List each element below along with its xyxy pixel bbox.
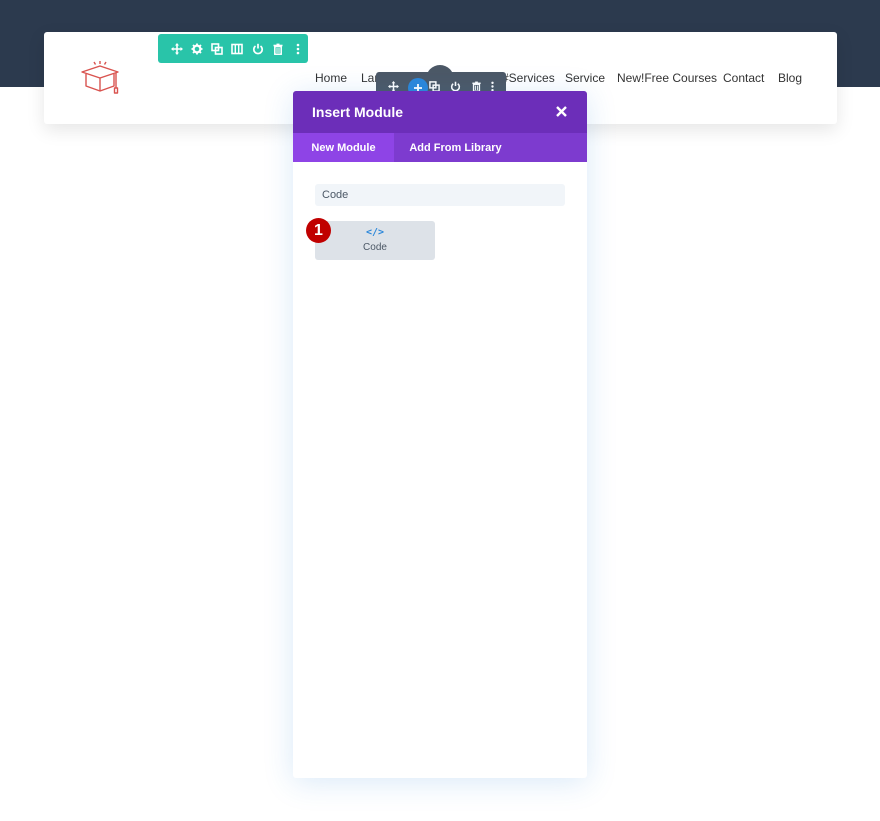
code-icon: </> <box>365 227 385 238</box>
nav-item-blog[interactable]: Blog <box>778 71 802 85</box>
tab-new-module[interactable]: New Module <box>293 133 394 162</box>
move-icon[interactable] <box>167 34 187 63</box>
nav-item-contact[interactable]: Contact <box>723 71 764 85</box>
power-icon[interactable] <box>248 34 268 63</box>
tab-add-from-library[interactable]: Add From Library <box>394 133 517 162</box>
nav-item-services[interactable]: #Services <box>502 71 555 85</box>
modal-tabs: New Module Add From Library <box>293 133 587 162</box>
module-label: Code <box>363 242 387 253</box>
duplicate-icon[interactable] <box>207 34 227 63</box>
nav-item-home[interactable]: Home <box>315 71 347 85</box>
gear-icon[interactable] <box>187 34 207 63</box>
nav-item-service[interactable]: Service <box>565 71 605 85</box>
step-number-badge: 1 <box>306 218 331 243</box>
code-module-button[interactable]: </> Code <box>315 221 435 260</box>
insert-module-modal: Insert Module New Module Add From Librar… <box>293 91 587 778</box>
close-icon <box>556 106 567 117</box>
modal-title: Insert Module <box>312 104 404 120</box>
row-settings-toolbar <box>158 34 308 63</box>
more-icon[interactable] <box>288 34 308 63</box>
nav-item-free-courses[interactable]: New!Free Courses <box>617 71 717 85</box>
module-search-input[interactable] <box>315 184 565 206</box>
close-button[interactable] <box>553 103 570 120</box>
modal-header: Insert Module <box>293 91 587 133</box>
trash-icon[interactable] <box>268 34 288 63</box>
columns-icon[interactable] <box>227 34 247 63</box>
